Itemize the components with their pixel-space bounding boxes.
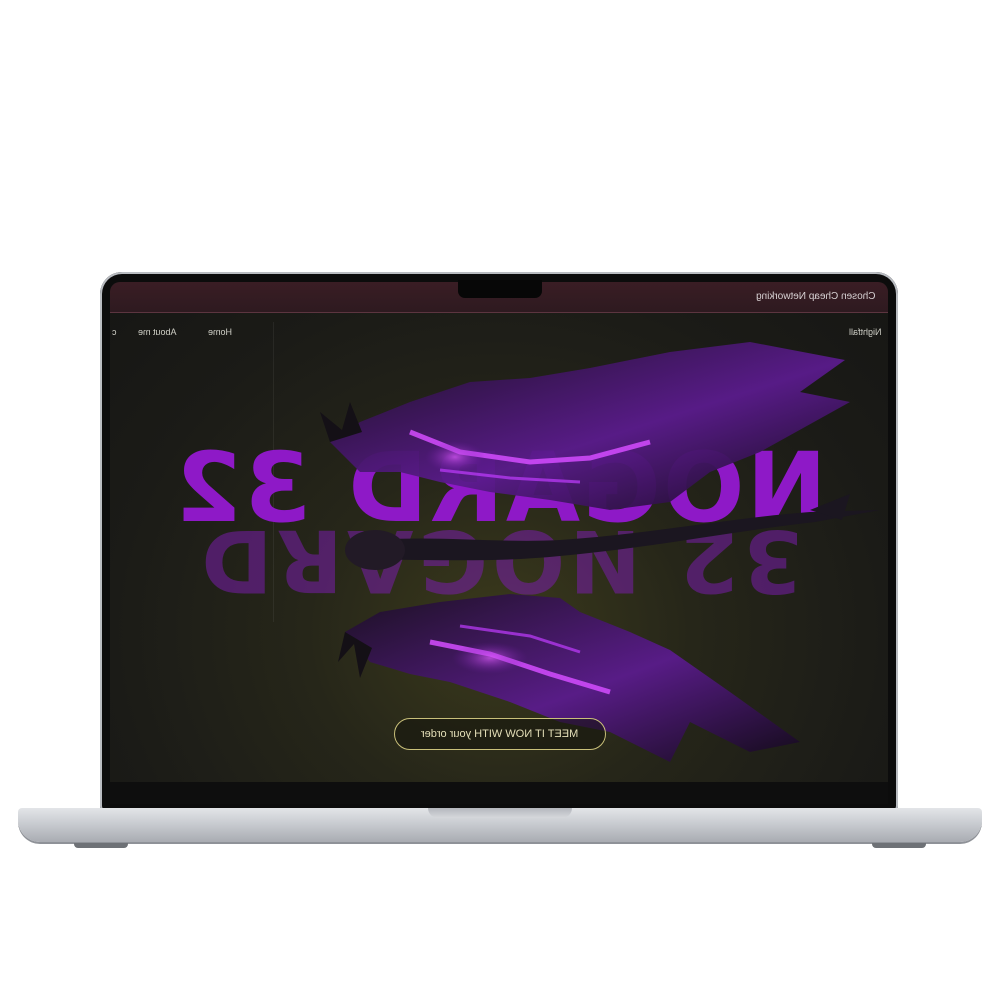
- cta-button[interactable]: MEET IT NOW WITH your order: [394, 718, 606, 750]
- trackpad-notch: [428, 808, 572, 818]
- upper-dragon-icon: [320, 342, 850, 510]
- cta-label: MEET IT NOW WITH your order: [421, 728, 579, 740]
- screen-chin: [110, 782, 888, 804]
- dragon-illustration: [320, 342, 880, 762]
- camera-notch: [458, 280, 542, 298]
- laptop-screen: Chosen Cheap Networking Nightfall Home A…: [110, 282, 888, 782]
- laptop-foot-right: [872, 843, 926, 848]
- laptop-foot-left: [74, 843, 128, 848]
- page: Chosen Cheap Networking Nightfall Home A…: [0, 0, 1000, 1000]
